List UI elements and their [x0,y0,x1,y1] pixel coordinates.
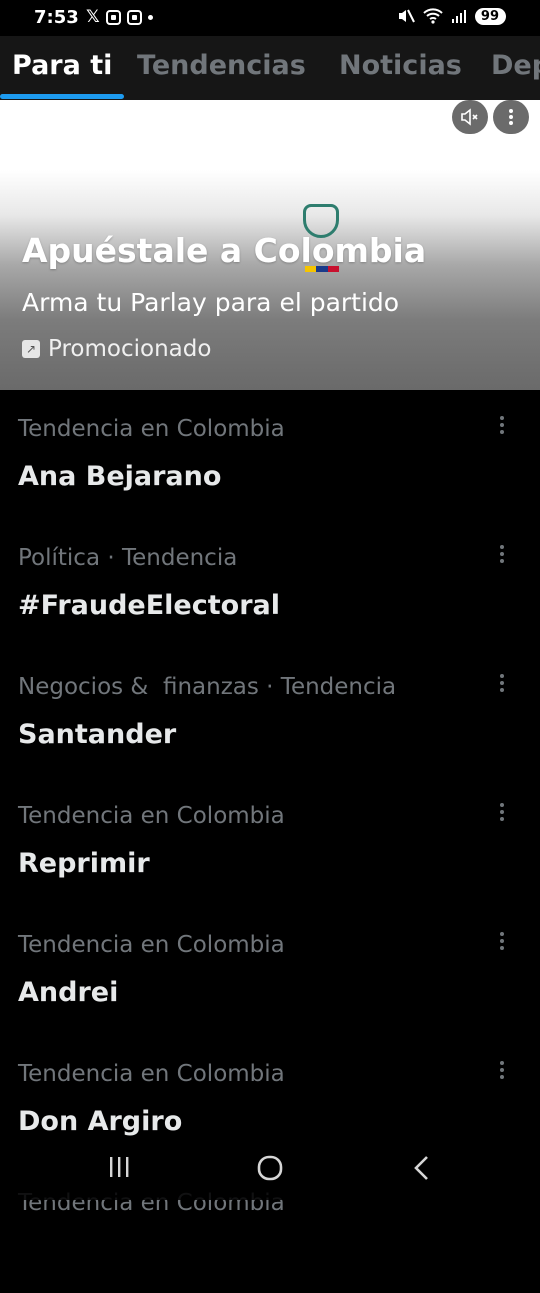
trend-category: Tendencia en Colombia [18,1061,285,1087]
trend-category: Tendencia en Colombia [18,803,285,829]
promoted-text: Promocionado [48,336,212,362]
promo-subtitle: Arma tu Parlay para el partido [22,288,400,317]
battery-indicator: 99 [474,7,506,25]
trend-name: Ana Bejarano [18,461,222,492]
explore-tabs: Para ti Tendencias Noticias Dep [0,36,540,100]
trend-category: Política · Tendencia [18,545,238,571]
trend-name: #FraudeElectoral [18,590,280,621]
tab-deportes[interactable]: Dep [491,50,540,81]
trend-item[interactable]: Tendencia en Colombia Reprimir [0,777,540,906]
active-tab-indicator [0,94,124,99]
tab-tendencias[interactable]: Tendencias [137,50,306,81]
more-vertical-icon[interactable] [500,674,506,692]
notification-icons: 𝕏 [86,8,153,26]
promoted-banner[interactable]: Apuéstale a Colombia Arma tu Parlay para… [0,100,540,390]
trend-item[interactable]: Tendencia en Colombia Ana Bejarano [0,390,540,519]
system-icons: 99 [397,7,506,25]
more-vertical-icon [509,109,513,125]
trend-item[interactable]: Negocios & finanzas · Tendencia Santande… [0,648,540,777]
recents-icon[interactable] [107,1156,131,1178]
promo-title: Apuéstale a Colombia [22,231,427,270]
more-vertical-icon[interactable] [500,803,506,821]
status-time: 7:53 [34,7,79,28]
more-vertical-icon[interactable] [500,416,506,434]
more-vertical-icon[interactable] [500,932,506,950]
more-notifications-icon [147,14,153,20]
trend-category: Tendencia en Colombia [18,932,285,958]
back-icon[interactable] [412,1155,430,1181]
tab-noticias[interactable]: Noticias [339,50,462,81]
tab-para-ti[interactable]: Para ti [12,50,112,81]
trend-category: Negocios & finanzas · Tendencia [18,674,397,700]
system-navigation-bar [0,1136,540,1200]
trend-category: Tendencia en Colombia [18,416,285,442]
trend-item[interactable]: Política · Tendencia #FraudeElectoral [0,519,540,648]
mute-icon [461,108,478,126]
app-notification-icon [105,9,121,25]
promoted-label: ↗ Promocionado [22,336,211,362]
trend-item[interactable]: Tendencia en Colombia Andrei [0,906,540,1035]
more-vertical-icon[interactable] [500,1061,506,1079]
more-vertical-icon[interactable] [500,545,506,563]
trend-name: Reprimir [18,848,150,879]
home-icon[interactable] [257,1155,283,1181]
trend-name: Don Argiro [18,1106,183,1137]
signal-icon [451,10,466,23]
wifi-icon [423,8,443,24]
promoted-icon: ↗ [22,340,40,358]
mute-button[interactable] [452,100,488,134]
trend-name: Santander [18,719,177,750]
mute-status-icon [398,9,415,23]
x-logo-icon: 𝕏 [86,7,100,27]
app-notification-icon [126,9,142,25]
status-bar: 7:53 𝕏 99 [0,0,540,36]
more-options-button[interactable] [493,100,529,134]
trend-name: Andrei [18,977,119,1008]
